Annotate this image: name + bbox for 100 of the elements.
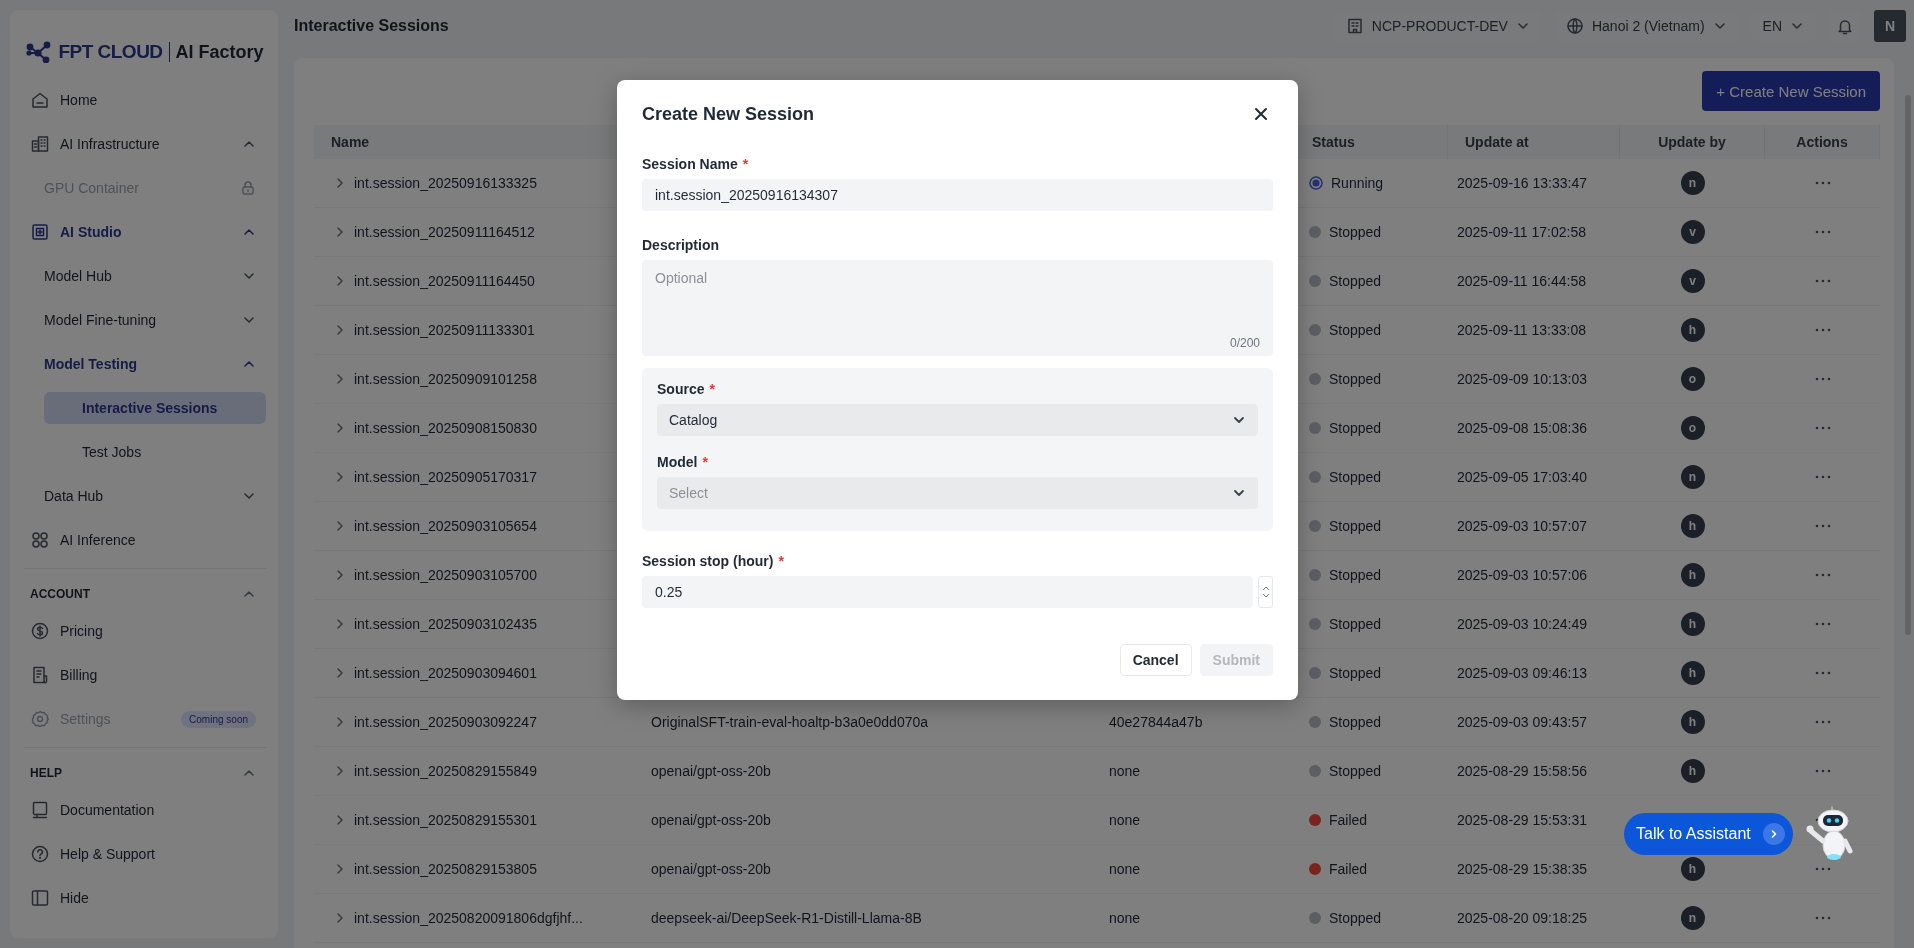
chevron-right-icon[interactable] xyxy=(334,765,346,777)
chevron-right-icon[interactable] xyxy=(334,716,346,728)
select-field[interactable]: Select xyxy=(657,477,1258,509)
session-name[interactable]: int.session_20250829155301 xyxy=(354,812,537,828)
required-mark: * xyxy=(709,381,715,397)
chevron-right-icon[interactable] xyxy=(334,667,346,679)
user-avatar: o xyxy=(1680,367,1705,391)
session-name[interactable]: int.session_20250905170317 xyxy=(354,469,537,485)
status-label: Stopped xyxy=(1329,567,1382,583)
sidebar-item[interactable]: Model Testing xyxy=(24,348,266,380)
more-icon[interactable] xyxy=(1814,524,1831,528)
session-name[interactable]: int.session_20250903102435 xyxy=(354,616,537,632)
number-field[interactable]: 0.25 xyxy=(642,576,1253,608)
updated-at: 2025-09-03 09:46:13 xyxy=(1457,665,1587,681)
session-name[interactable]: int.session_20250911164512 xyxy=(354,224,535,240)
sidebar-item[interactable]: AI Studio xyxy=(24,216,266,248)
chevron-right-icon[interactable] xyxy=(334,422,346,434)
updated-at: 2025-09-05 17:03:40 xyxy=(1457,469,1587,485)
session-name[interactable]: int.session_20250911164450 xyxy=(354,273,535,289)
sidebar-item[interactable]: Home xyxy=(24,84,266,116)
user-avatar: h xyxy=(1680,612,1705,636)
session-name[interactable]: int.session_20250903105654 xyxy=(354,518,537,534)
field-label: Session stop (hour) xyxy=(642,553,774,569)
chevron-right-icon[interactable] xyxy=(334,226,346,238)
sidebar-item[interactable]: AI Inference xyxy=(24,524,266,556)
more-icon[interactable] xyxy=(1814,769,1831,773)
sidebar-item[interactable]: Billing xyxy=(24,659,266,691)
updated-at: 2025-08-29 15:53:31 xyxy=(1457,812,1587,828)
chevron-right-icon[interactable] xyxy=(334,912,346,924)
number-stepper[interactable] xyxy=(1258,576,1273,608)
more-icon[interactable] xyxy=(1814,426,1831,430)
sidebar-item[interactable]: AI Infrastructure xyxy=(24,128,266,160)
chevron-right-icon[interactable] xyxy=(334,275,346,287)
column-header: Status xyxy=(1312,134,1355,150)
dialog-button[interactable]: Cancel xyxy=(1119,644,1192,676)
status-label: Stopped xyxy=(1329,420,1382,436)
session-name[interactable]: int.session_20250820091806dgfjhf... xyxy=(354,910,583,926)
sidebar-item[interactable]: Pricing xyxy=(24,615,266,647)
sidebar-item[interactable]: Interactive Sessions xyxy=(44,392,266,424)
user-avatar: n xyxy=(1680,465,1705,489)
more-icon[interactable] xyxy=(1814,279,1831,283)
session-name[interactable]: int.session_20250916133325 xyxy=(354,175,537,191)
description-field[interactable]: Optional 0/200 xyxy=(642,260,1273,356)
session-name[interactable]: int.session_20250909101258 xyxy=(354,371,537,387)
sidebar-item[interactable]: Test Jobs xyxy=(44,436,266,468)
sidebar-item[interactable]: Data Hub xyxy=(24,480,266,512)
updated-at: 2025-09-08 15:08:36 xyxy=(1457,420,1587,436)
more-icon[interactable] xyxy=(1814,867,1831,871)
chevron-right-icon[interactable] xyxy=(334,471,346,483)
user-avatar[interactable]: N xyxy=(1874,10,1906,42)
session-name[interactable]: int.session_20250903094601 xyxy=(354,665,537,681)
table-cell: none xyxy=(1109,812,1141,828)
invoice-icon xyxy=(30,665,50,685)
chevron-right-icon[interactable] xyxy=(334,618,346,630)
more-icon[interactable] xyxy=(1814,230,1831,234)
updated-at: 2025-08-29 15:58:56 xyxy=(1457,763,1587,779)
talk-to-assistant-button[interactable]: Talk to Assistant xyxy=(1624,813,1793,855)
chevron-right-icon[interactable] xyxy=(334,520,346,532)
session-name[interactable]: int.session_20250903105700 xyxy=(354,567,537,583)
section-title: HELP xyxy=(30,766,63,780)
building-chart-icon xyxy=(30,134,50,154)
coming-soon-badge: Coming soon xyxy=(181,710,256,728)
sidebar-item[interactable]: Hide xyxy=(24,882,266,914)
globe-icon xyxy=(1565,17,1584,35)
chevron-right-icon[interactable] xyxy=(334,177,346,189)
more-icon[interactable] xyxy=(1814,328,1831,332)
session-name[interactable]: int.session_20250829155849 xyxy=(354,763,537,779)
more-icon[interactable] xyxy=(1814,377,1831,381)
create-session-button[interactable]: + Create New Session xyxy=(1702,71,1880,111)
field-label: Model xyxy=(657,454,698,470)
more-icon[interactable] xyxy=(1814,573,1831,577)
session-name[interactable]: int.session_20250911133301 xyxy=(354,322,535,338)
sidebar-item[interactable]: Model Fine-tuning xyxy=(24,304,266,336)
more-icon[interactable] xyxy=(1814,181,1831,185)
select-field[interactable]: Catalog xyxy=(657,404,1258,436)
chevron-right-icon[interactable] xyxy=(334,373,346,385)
chevron-right-icon[interactable] xyxy=(334,569,346,581)
more-icon[interactable] xyxy=(1814,622,1831,626)
dialog-title: Create New Session xyxy=(642,103,815,125)
status-label: Stopped xyxy=(1329,371,1382,387)
sidebar-item[interactable]: Help & Support xyxy=(24,838,266,870)
status-label: Stopped xyxy=(1329,763,1382,779)
more-icon[interactable] xyxy=(1814,671,1831,675)
session-name-field[interactable]: int.session_20250916134307 xyxy=(642,179,1273,211)
sidebar-item[interactable]: Model Hub xyxy=(24,260,266,292)
session-name[interactable]: int.session_20250829153805 xyxy=(354,861,537,877)
more-icon[interactable] xyxy=(1814,720,1831,724)
session-name[interactable]: int.session_20250903092247 xyxy=(354,714,537,730)
more-icon[interactable] xyxy=(1814,475,1831,479)
model-name: deepseek-ai/DeepSeek-R1-Distill-Llama-8B xyxy=(651,910,922,926)
sidebar-item[interactable]: Documentation xyxy=(24,794,266,826)
user-avatar: h xyxy=(1680,857,1705,881)
chevron-right-icon[interactable] xyxy=(334,863,346,875)
model-name: openai/gpt-oss-20b xyxy=(651,861,771,877)
field-label: Description xyxy=(642,237,719,253)
session-name[interactable]: int.session_20250908150830 xyxy=(354,420,537,436)
more-icon[interactable] xyxy=(1814,916,1831,920)
chevron-right-icon[interactable] xyxy=(334,324,346,336)
chevron-right-icon[interactable] xyxy=(334,814,346,826)
status-label: Running xyxy=(1331,175,1384,191)
